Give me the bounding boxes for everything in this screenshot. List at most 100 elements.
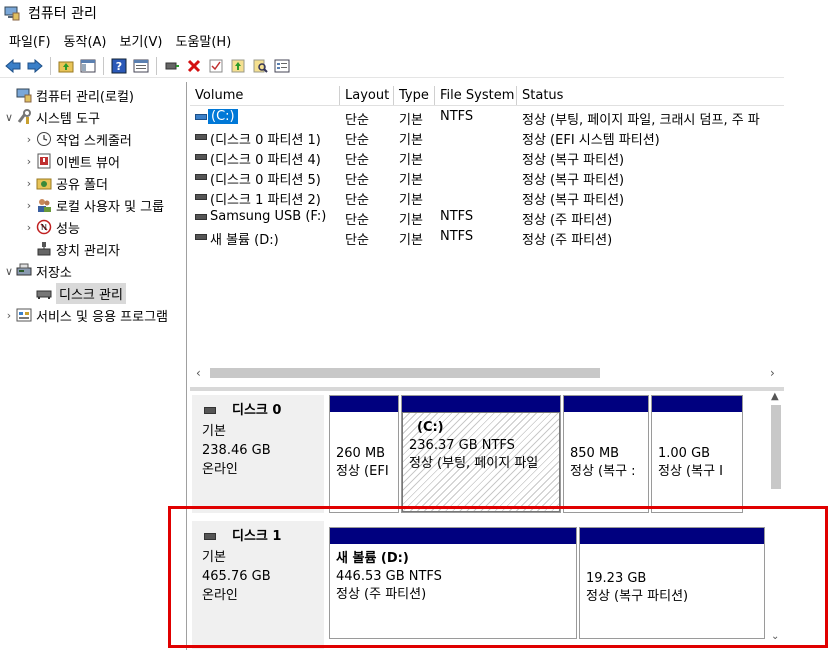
services-icon xyxy=(16,307,32,323)
tree-item-services-applications[interactable]: › 서비스 및 응용 프로그램 xyxy=(2,304,168,326)
scroll-right-icon[interactable]: › xyxy=(770,366,775,380)
collapse-icon[interactable]: ∨ xyxy=(2,111,16,124)
volume-row-new-volume-d[interactable]: 새 볼륨 (D:) 단순 기본 NTFS 정상 (주 파티션) xyxy=(190,228,784,248)
volume-row-disk0-part1[interactable]: (디스크 0 파티션 1) 단순 기본 정상 (EFI 시스템 파티션) xyxy=(190,128,784,148)
disk-name-row: 디스크 1 xyxy=(202,527,324,546)
back-icon[interactable] xyxy=(2,55,24,77)
svg-text:N: N xyxy=(41,223,47,232)
vertical-scroll-thumb[interactable] xyxy=(771,405,781,489)
tree-item-local-users-groups[interactable]: › 로컬 사용자 및 그룹 xyxy=(22,194,164,216)
partition-status: 정상 (복구 파티션) xyxy=(586,589,689,604)
volume-row-disk1-part2[interactable]: (디스크 1 파티션 2) 단순 기본 정상 (복구 파티션) xyxy=(190,188,784,208)
tree-item-label: 저장소 xyxy=(36,265,72,281)
volume-type: 기본 xyxy=(399,153,423,168)
delete-icon[interactable] xyxy=(183,55,205,77)
collapse-icon[interactable]: ∨ xyxy=(2,265,16,278)
volume-status: 정상 (복구 파티션) xyxy=(522,173,625,188)
search-icon[interactable] xyxy=(249,55,271,77)
tree-item-system-tools[interactable]: ∨ 시스템 도구 xyxy=(2,106,100,128)
menu-view[interactable]: 보기(V) xyxy=(115,31,168,50)
tree-item-label: 공유 폴더 xyxy=(56,177,108,193)
scroll-up-icon[interactable]: ▲ xyxy=(771,391,779,402)
tree-item-disk-management[interactable]: 디스크 관리 xyxy=(22,282,126,304)
tree-item-label: 컴퓨터 관리(로컬) xyxy=(36,89,134,105)
toolbar-separator xyxy=(156,56,157,75)
toolbar-separator xyxy=(103,56,104,75)
expand-icon[interactable]: › xyxy=(2,309,16,322)
volume-type: 기본 xyxy=(399,213,423,228)
show-hide-tree-icon[interactable] xyxy=(77,55,99,77)
volume-drive-icon xyxy=(195,234,207,240)
check-icon[interactable] xyxy=(205,55,227,77)
partition-disk0-recovery-1[interactable]: 850 MB 정상 (복구 : xyxy=(563,395,649,513)
svg-text:?: ? xyxy=(116,60,122,73)
volume-name: (디스크 1 파티션 2) xyxy=(210,193,321,208)
partition-status: 정상 (EFI xyxy=(336,464,389,479)
tree-item-performance[interactable]: › N 성능 xyxy=(22,216,80,238)
expand-icon[interactable]: › xyxy=(22,221,36,234)
volume-layout: 단순 xyxy=(345,193,369,208)
partition-title: 새 볼륨 (D:) xyxy=(336,551,409,566)
tree-item-shared-folders[interactable]: › 공유 폴더 xyxy=(22,172,108,194)
column-header-status[interactable]: Status xyxy=(517,86,784,105)
settings-icon[interactable] xyxy=(271,55,293,77)
tree-item-computer-management[interactable]: 컴퓨터 관리(로컬) xyxy=(2,84,134,106)
disk-0-label[interactable]: 디스크 0 기본 238.46 GB 온라인 xyxy=(192,395,324,513)
disk-graphical-view: 디스크 0 기본 238.46 GB 온라인 260 MB 정상 (EFI (C… xyxy=(190,391,784,650)
column-header-volume[interactable]: Volume xyxy=(190,86,340,105)
partition-disk1-d[interactable]: 새 볼륨 (D:) 446.53 GB NTFS 정상 (주 파티션) xyxy=(329,527,577,639)
volume-type: 기본 xyxy=(399,133,423,148)
tree-item-label: 로컬 사용자 및 그룹 xyxy=(56,199,165,215)
tree-item-device-manager[interactable]: 장치 관리자 xyxy=(22,238,120,260)
disk-icon xyxy=(204,533,216,540)
menu-action[interactable]: 동작(A) xyxy=(59,31,112,50)
tree-item-event-viewer[interactable]: › 이벤트 뷰어 xyxy=(22,150,120,172)
disk-management-icon xyxy=(36,285,52,301)
horizontal-scrollbar[interactable]: ‹ › xyxy=(190,364,784,382)
menu-file[interactable]: 파일(F) xyxy=(4,31,56,50)
volume-status: 정상 (주 파티션) xyxy=(522,213,613,228)
column-header-file-system[interactable]: File System xyxy=(435,86,517,105)
scroll-left-icon[interactable]: ‹ xyxy=(196,366,201,380)
partition-bar xyxy=(402,396,560,412)
volume-layout: 단순 xyxy=(345,233,369,248)
vertical-scrollbar[interactable]: ▲ ⌄ xyxy=(768,391,784,650)
properties-icon[interactable] xyxy=(130,55,152,77)
up-folder-icon[interactable] xyxy=(55,55,77,77)
forward-icon[interactable] xyxy=(24,55,46,77)
partition-disk0-efi[interactable]: 260 MB 정상 (EFI xyxy=(329,395,399,513)
volume-drive-icon xyxy=(195,154,207,160)
disk-name: 디스크 1 xyxy=(232,529,282,544)
tree-item-storage[interactable]: ∨ 저장소 xyxy=(2,260,72,282)
column-header-type[interactable]: Type xyxy=(394,86,435,105)
scroll-down-icon[interactable]: ⌄ xyxy=(771,631,779,642)
partition-disk0-c[interactable]: (C:) 236.37 GB NTFS 정상 (부팅, 페이지 파일 xyxy=(401,395,561,513)
volume-row-samsung-usb[interactable]: Samsung USB (F:) 단순 기본 NTFS 정상 (주 파티션) xyxy=(190,208,784,228)
partition-disk1-recovery[interactable]: 19.23 GB 정상 (복구 파티션) xyxy=(579,527,765,639)
menu-help[interactable]: 도움말(H) xyxy=(170,31,236,50)
volume-layout: 단순 xyxy=(345,113,369,128)
expand-icon[interactable]: › xyxy=(22,177,36,190)
device-manager-icon xyxy=(36,241,52,257)
expand-icon[interactable]: › xyxy=(22,133,36,146)
help-icon[interactable]: ? xyxy=(108,55,130,77)
connect-icon[interactable] xyxy=(161,55,183,77)
volume-row-disk0-part5[interactable]: (디스크 0 파티션 5) 단순 기본 정상 (복구 파티션) xyxy=(190,168,784,188)
partition-body: 19.23 GB 정상 (복구 파티션) xyxy=(580,544,764,638)
column-header-layout[interactable]: Layout xyxy=(340,86,394,105)
disk-size: 238.46 GB xyxy=(202,443,271,458)
expand-icon[interactable]: › xyxy=(22,199,36,212)
volume-name: 새 볼륨 (D:) xyxy=(210,233,279,248)
disk-1-label[interactable]: 디스크 1 기본 465.76 GB 온라인 xyxy=(192,521,324,649)
partition-size: 260 MB xyxy=(336,446,386,461)
expand-icon[interactable]: › xyxy=(22,155,36,168)
volume-row-disk0-part4[interactable]: (디스크 0 파티션 4) 단순 기본 정상 (복구 파티션) xyxy=(190,148,784,168)
volume-layout: 단순 xyxy=(345,213,369,228)
partition-disk0-recovery-2[interactable]: 1.00 GB 정상 (복구 I xyxy=(651,395,743,513)
volume-row-c[interactable]: (C:) 단순 기본 NTFS 정상 (부팅, 페이지 파일, 크래시 덤프, … xyxy=(190,108,784,128)
volume-name: (디스크 0 파티션 4) xyxy=(210,153,321,168)
clock-icon xyxy=(36,131,52,147)
open-icon[interactable] xyxy=(227,55,249,77)
tree-item-task-scheduler[interactable]: › 작업 스케줄러 xyxy=(22,128,132,150)
horizontal-scroll-thumb[interactable] xyxy=(210,368,600,378)
